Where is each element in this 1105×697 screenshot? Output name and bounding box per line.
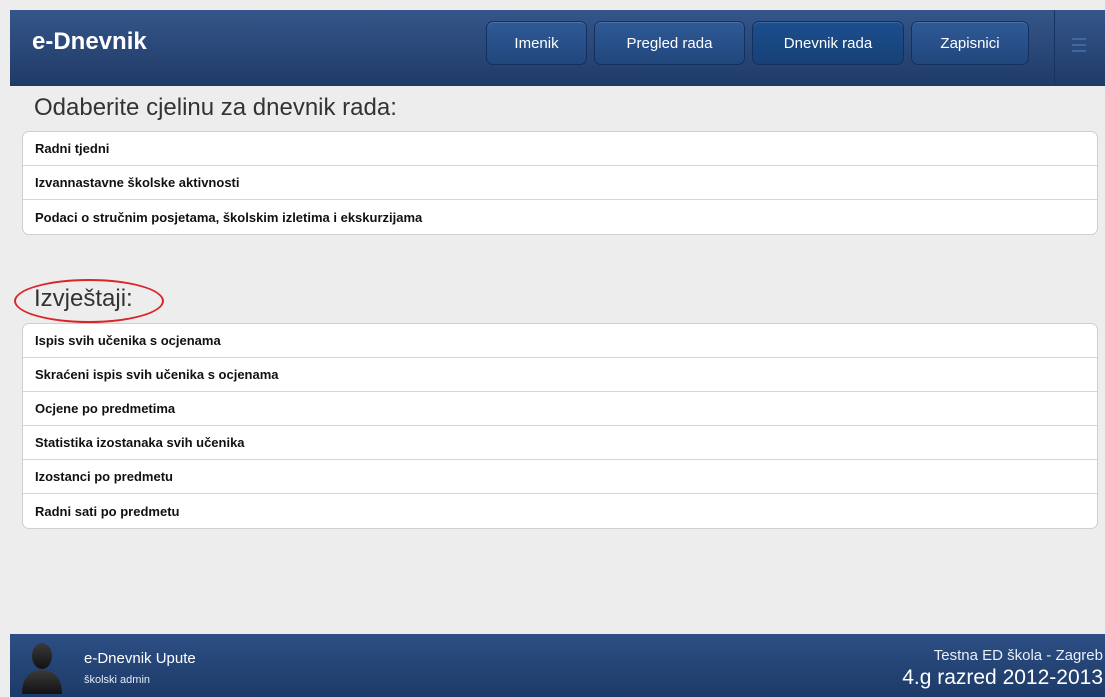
list-item-radni-sati[interactable]: Radni sati po predmetu <box>23 494 1097 528</box>
nav-zapisnici-button[interactable]: Zapisnici <box>911 21 1029 65</box>
hamburger-menu-icon[interactable] <box>1072 38 1086 52</box>
list-item-skraceni-ispis[interactable]: Skraćeni ispis svih učenika s ocjenama <box>23 358 1097 392</box>
nav-dnevnik-rada-button[interactable]: Dnevnik rada <box>752 21 904 65</box>
school-name[interactable]: Testna ED škola - Zagreb <box>934 647 1103 664</box>
list-item-izvannastavne-aktivnosti[interactable]: Izvannastavne školske aktivnosti <box>23 166 1097 200</box>
user-role: školski admin <box>84 674 151 686</box>
list-item-statistika-izostanaka[interactable]: Statistika izostanaka svih učenika <box>23 426 1097 460</box>
reports-list: Ispis svih učenika s ocjenama Skraćeni i… <box>22 323 1098 529</box>
list-item-strucne-posjete[interactable]: Podaci o stručnim posjetama, školskim iz… <box>23 200 1097 234</box>
navbar-divider <box>1054 10 1055 86</box>
nav-pregled-rada-button[interactable]: Pregled rada <box>594 21 745 65</box>
list-item-ocjene-po-predmetima[interactable]: Ocjene po predmetima <box>23 392 1097 426</box>
nav-imenik-button[interactable]: Imenik <box>486 21 587 65</box>
top-navbar: e-Dnevnik Imenik Pregled rada Dnevnik ra… <box>10 10 1105 86</box>
list-item-radni-tjedni[interactable]: Radni tjedni <box>23 132 1097 166</box>
footer-bar: e-Dnevnik Upute školski admin Testna ED … <box>10 634 1105 697</box>
work-list: Radni tjedni Izvannastavne školske aktiv… <box>22 131 1098 235</box>
work-section-title: Odaberite cjelinu za dnevnik rada: <box>34 94 397 121</box>
user-silhouette-icon[interactable] <box>20 642 64 694</box>
help-link[interactable]: e-Dnevnik Upute <box>84 650 196 667</box>
class-name[interactable]: 4.g razred 2012-2013 <box>902 666 1103 690</box>
list-item-ispis-ucenika-ocjene[interactable]: Ispis svih učenika s ocjenama <box>23 324 1097 358</box>
app-brand[interactable]: e-Dnevnik <box>32 28 147 56</box>
list-item-izostanci-po-predmetu[interactable]: Izostanci po predmetu <box>23 460 1097 494</box>
reports-section-title: Izvještaji: <box>34 285 133 312</box>
